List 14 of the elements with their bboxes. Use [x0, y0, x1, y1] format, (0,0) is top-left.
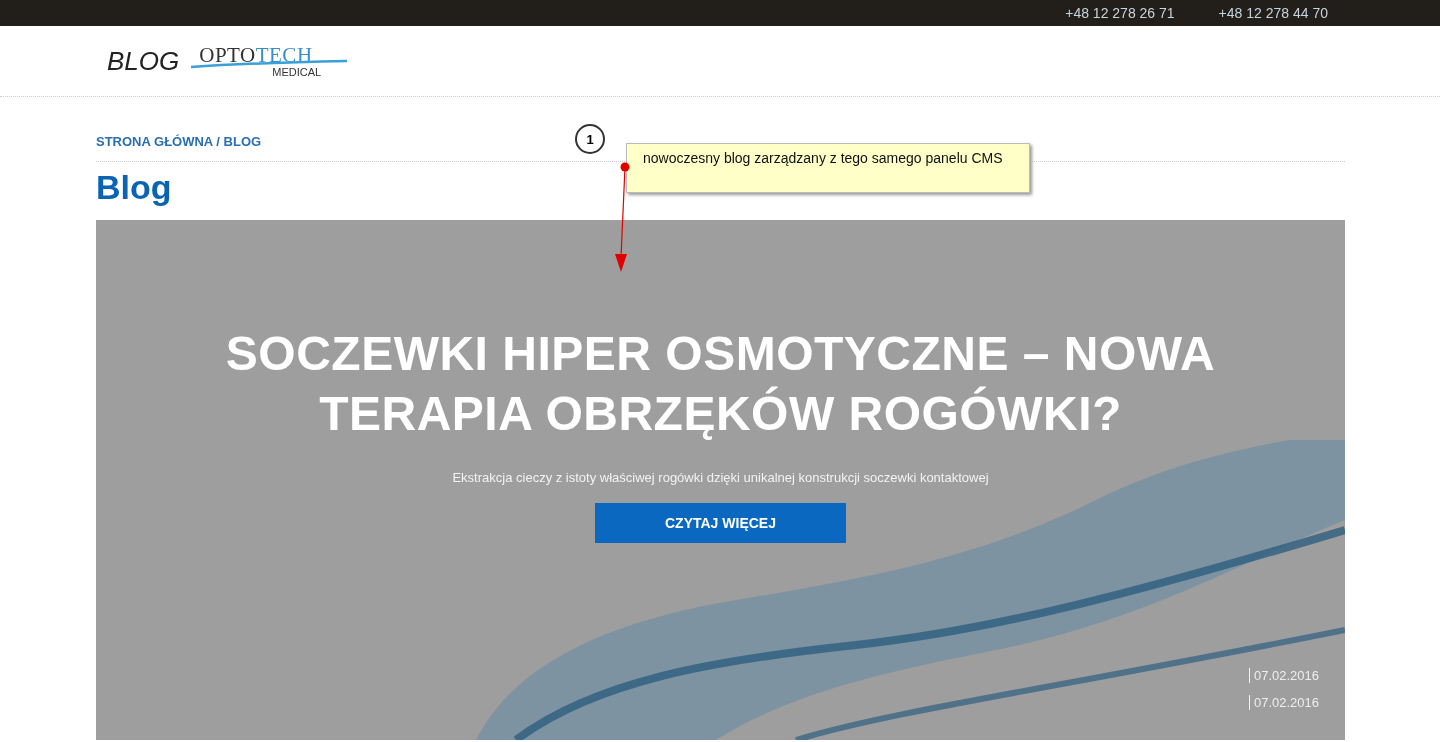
phone-number[interactable]: +48 12 278 26 71: [1065, 5, 1175, 21]
logo-subtitle: MEDICAL: [272, 65, 322, 78]
annotation-note: nowoczesny blog zarządzany z tego samego panelu CMS: [626, 143, 1030, 193]
page-title: Blog: [96, 168, 173, 208]
hero-title: SOCZEWKI HIPER OSMOTYCZNE – NOWA TERAPIA OBRZĘKÓW ROGÓWKI?: [224, 326, 1217, 442]
blog-label: BLOG: [107, 45, 180, 77]
phone-number[interactable]: +48 12 278 44 70: [1218, 5, 1328, 21]
logo[interactable]: BLOG OPTOTECH MEDICAL: [107, 44, 350, 78]
post-date: 07.02.2016: [1248, 668, 1319, 683]
post-date: 07.02.2016: [1248, 695, 1319, 710]
hero-subtitle: Ekstrakcja cieczy z istoty właściwej rogówki dzięki unikalnej konstrukcji soczewki kontaktowej: [452, 470, 989, 485]
read-more-button[interactable]: CZYTAJ WIĘCEJ: [595, 503, 846, 543]
annotation-number: 1: [575, 124, 605, 154]
logo-wordmark: OPTOTECH: [199, 44, 313, 65]
